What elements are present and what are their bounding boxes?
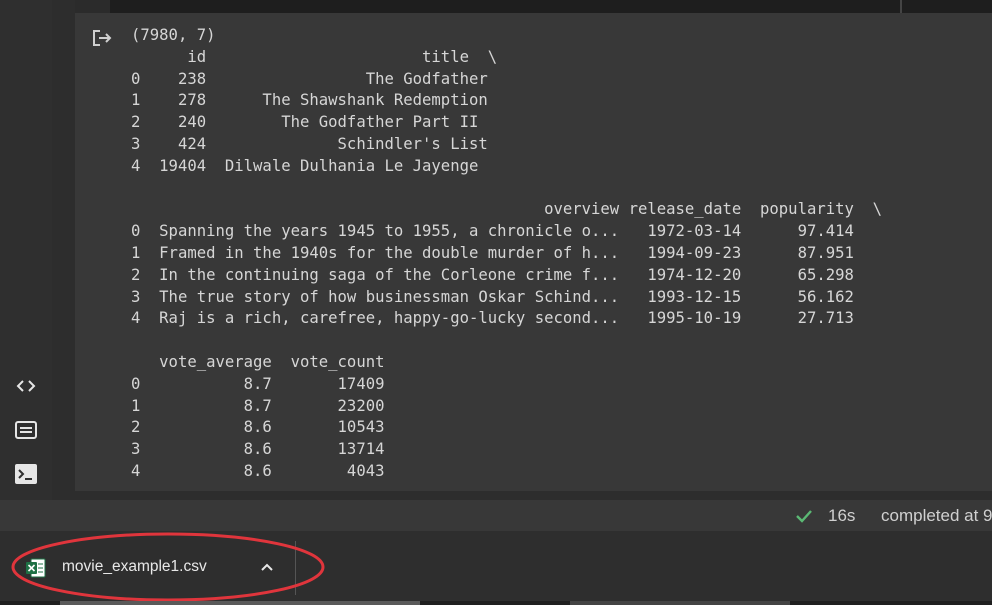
download-divider bbox=[295, 541, 296, 595]
left-rail bbox=[0, 0, 52, 530]
output-line: 4 19404 Dilwale Dulhania Le Jayenge bbox=[131, 156, 498, 175]
download-file-name: movie_example1.csv bbox=[62, 558, 207, 575]
top-strip-tab bbox=[75, 0, 110, 13]
top-strip bbox=[0, 0, 992, 13]
output-line: 3 The true story of how businessman Oska… bbox=[131, 287, 883, 306]
output-line: vote_average vote_count bbox=[131, 352, 404, 371]
cell-gutter bbox=[52, 0, 75, 530]
top-strip-tab bbox=[900, 0, 902, 13]
check-icon bbox=[795, 507, 813, 525]
output-line: 2 8.6 10543 bbox=[131, 418, 404, 437]
snippets-icon[interactable] bbox=[13, 419, 39, 441]
output-line: 1 8.7 23200 bbox=[131, 396, 404, 415]
chevron-up-icon[interactable] bbox=[258, 559, 276, 577]
terminal-icon[interactable] bbox=[13, 463, 39, 485]
output-line: 3 424 Schindler's List bbox=[131, 134, 507, 153]
output-line: (7980, 7) bbox=[131, 26, 216, 44]
output-text: (7980, 7) id title \ 0 238 The Godfather… bbox=[131, 25, 882, 483]
output-line: 0 238 The Godfather bbox=[131, 69, 507, 88]
output-arrow-icon[interactable] bbox=[91, 27, 113, 49]
output-line: 4 Raj is a rich, carefree, happy-go-luck… bbox=[131, 309, 883, 328]
output-line: 3 8.6 13714 bbox=[131, 440, 404, 459]
output-line: 2 In the continuing saga of the Corleone… bbox=[131, 265, 883, 284]
output-line: 0 8.7 17409 bbox=[131, 374, 404, 393]
completed-text[interactable]: completed at 9 bbox=[881, 506, 992, 526]
status-bar: 16s completed at 9 bbox=[0, 500, 992, 532]
output-line: 4 8.6 4043 bbox=[131, 461, 404, 480]
excel-file-icon bbox=[25, 557, 47, 579]
output-line: 0 Spanning the years 1945 to 1955, a chr… bbox=[131, 222, 883, 241]
output-line: 2 240 The Godfather Part II bbox=[131, 113, 498, 132]
cell-output: (7980, 7) id title \ 0 238 The Godfather… bbox=[75, 13, 992, 491]
download-item[interactable]: movie_example1.csv bbox=[14, 543, 294, 593]
execution-time: 16s bbox=[828, 506, 856, 525]
output-line: 1 Framed in the 1940s for the double mur… bbox=[131, 243, 883, 262]
bottom-strip-segment bbox=[570, 601, 790, 605]
bottom-strip-segment bbox=[60, 601, 420, 605]
code-brackets-icon[interactable] bbox=[13, 375, 39, 397]
download-bar: movie_example1.csv bbox=[0, 531, 992, 605]
cell-bottom-border bbox=[75, 491, 992, 500]
bottom-strip bbox=[0, 601, 992, 605]
output-line: id title \ bbox=[131, 47, 498, 66]
output-line: 1 278 The Shawshank Redemption bbox=[131, 91, 507, 110]
output-line: overview release_date popularity \ bbox=[131, 200, 883, 219]
